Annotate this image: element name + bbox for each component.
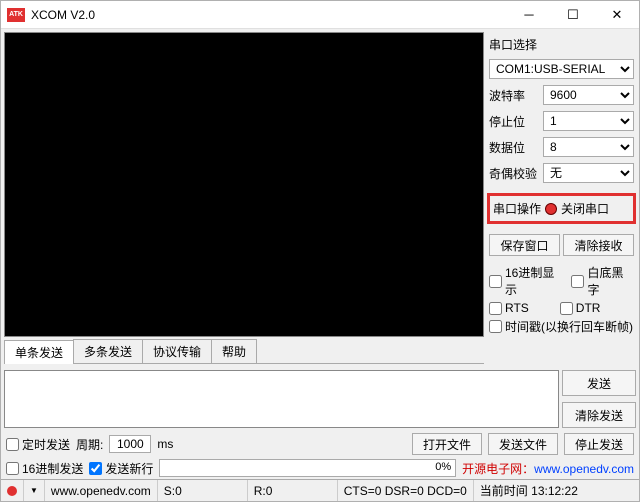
timestamp-checkbox[interactable] — [489, 320, 502, 333]
stop-send-button[interactable]: 停止发送 — [564, 433, 634, 455]
period-input[interactable] — [109, 435, 151, 453]
port-label: 串口选择 — [489, 36, 539, 53]
hex-show-checkbox[interactable] — [489, 275, 502, 288]
data-select[interactable]: 8 — [543, 137, 634, 157]
close-button[interactable]: ✕ — [595, 1, 639, 29]
baud-select[interactable]: 9600 — [543, 85, 634, 105]
hex-show-label: 16进制显示 — [505, 264, 564, 298]
port-op-label: 串口操作 — [493, 200, 541, 217]
tab-proto[interactable]: 协议传输 — [142, 339, 212, 363]
app-logo: ATK — [7, 8, 25, 22]
rx-console — [4, 32, 484, 337]
close-port-button[interactable]: 关闭串口 — [561, 200, 609, 217]
status-time: 13:12:22 — [531, 484, 578, 498]
data-label: 数据位 — [489, 139, 539, 156]
white-black-label: 白底黑字 — [587, 264, 634, 298]
send-tabs: 单条发送 多条发送 协议传输 帮助 — [4, 339, 484, 364]
titlebar: ATK XCOM V2.0 ─ ☐ ✕ — [1, 1, 639, 29]
stop-label: 停止位 — [489, 113, 539, 130]
hex-send-label: 16进制发送 — [22, 460, 83, 477]
send-input[interactable] — [4, 370, 559, 428]
ad-link[interactable]: www.openedv.com — [534, 462, 634, 476]
period-unit: ms — [157, 437, 173, 451]
parity-label: 奇偶校验 — [489, 165, 539, 182]
port-op-panel: 串口操作 关闭串口 — [487, 193, 636, 224]
send-newline-label: 发送新行 — [105, 460, 153, 477]
status-r: R:0 — [248, 480, 338, 501]
rts-label: RTS — [505, 301, 529, 315]
tab-single[interactable]: 单条发送 — [4, 340, 74, 364]
status-cts: CTS=0 DSR=0 DCD=0 — [338, 480, 474, 501]
timed-send-checkbox[interactable] — [6, 438, 19, 451]
baud-label: 波特率 — [489, 87, 539, 104]
tab-multi[interactable]: 多条发送 — [73, 339, 143, 363]
record-icon — [545, 203, 557, 215]
send-newline-checkbox[interactable] — [89, 462, 102, 475]
window-title: XCOM V2.0 — [31, 8, 507, 22]
save-window-button[interactable]: 保存窗口 — [489, 234, 560, 256]
status-dot-icon — [7, 486, 17, 496]
status-bar: ▼ www.openedv.com S:0 R:0 CTS=0 DSR=0 DC… — [1, 479, 639, 501]
white-black-checkbox[interactable] — [571, 275, 584, 288]
parity-select[interactable]: 无 — [543, 163, 634, 183]
stop-select[interactable]: 1 — [543, 111, 634, 131]
status-s: S:0 — [158, 480, 248, 501]
dtr-label: DTR — [576, 301, 601, 315]
send-button[interactable]: 发送 — [562, 370, 636, 396]
clear-send-button[interactable]: 清除发送 — [562, 402, 636, 428]
tab-help[interactable]: 帮助 — [211, 339, 257, 363]
dtr-checkbox[interactable] — [560, 302, 573, 315]
hex-send-checkbox[interactable] — [6, 462, 19, 475]
status-dropdown-icon[interactable]: ▼ — [30, 486, 38, 495]
send-file-button[interactable]: 发送文件 — [488, 433, 558, 455]
minimize-button[interactable]: ─ — [507, 1, 551, 29]
progress-bar: 0% — [159, 459, 456, 477]
status-url[interactable]: www.openedv.com — [45, 480, 158, 501]
status-time-label: 当前时间 — [480, 482, 528, 499]
progress-value: 0% — [435, 461, 451, 473]
ad-text: 开源电子网： — [462, 462, 534, 476]
period-label: 周期: — [76, 436, 103, 453]
port-select[interactable]: COM1:USB-SERIAL — [489, 59, 634, 79]
open-file-button[interactable]: 打开文件 — [412, 433, 482, 455]
timed-send-label: 定时发送 — [22, 436, 70, 453]
rts-checkbox[interactable] — [489, 302, 502, 315]
maximize-button[interactable]: ☐ — [551, 1, 595, 29]
timestamp-label: 时间戳(以换行回车断帧) — [505, 318, 633, 335]
clear-rx-button[interactable]: 清除接收 — [563, 234, 634, 256]
